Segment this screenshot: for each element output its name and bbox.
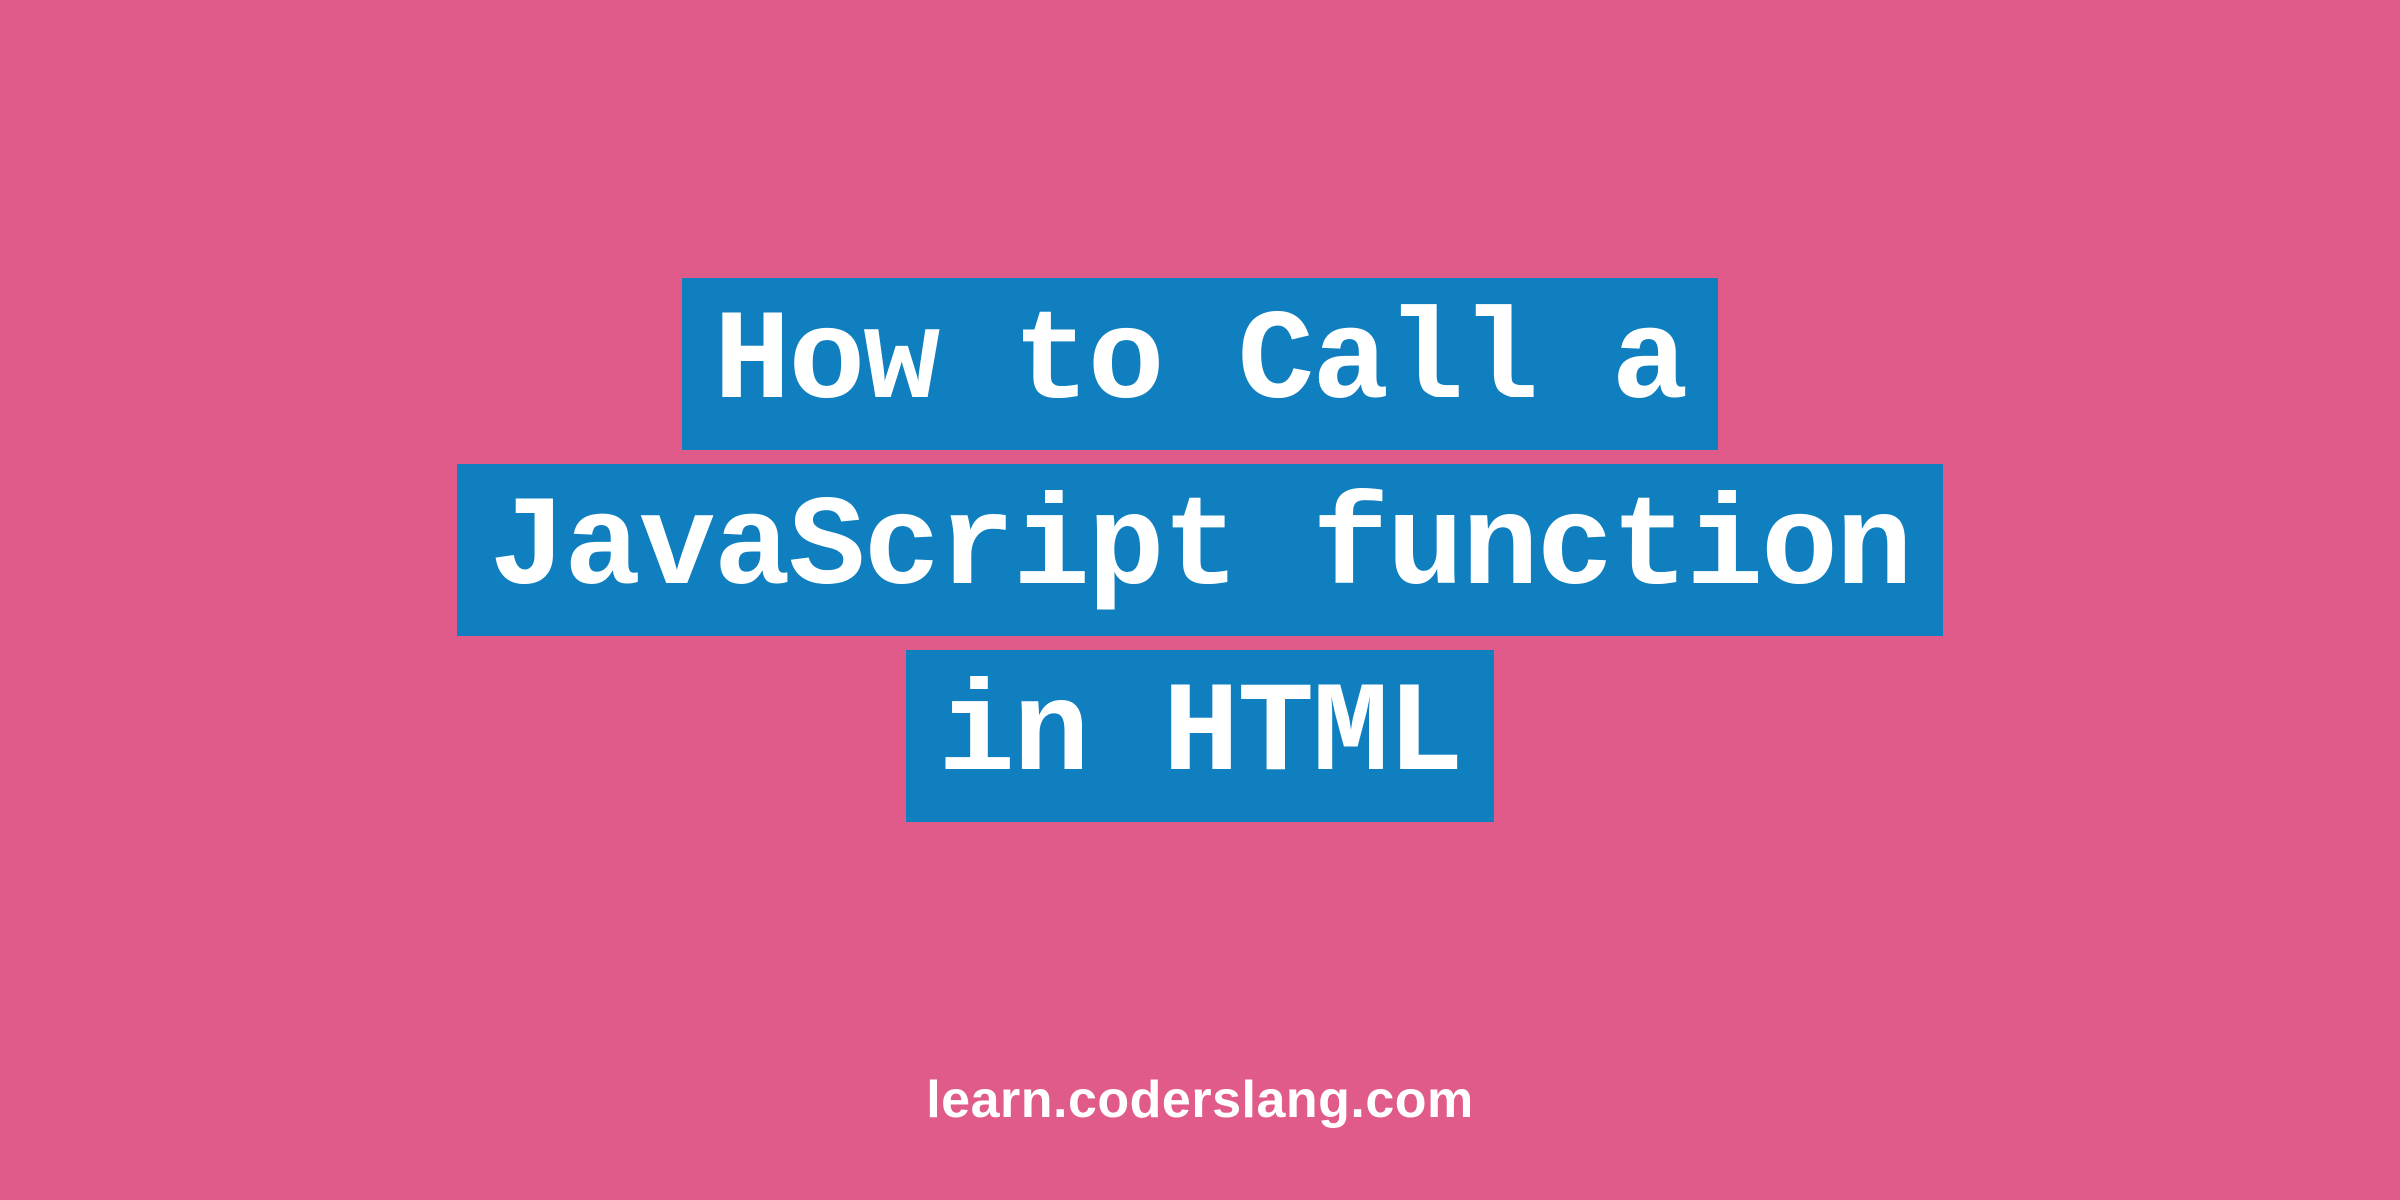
title-line-3: in HTML [906,650,1494,822]
title-container: How to Call a JavaScript function in HTM… [457,278,1942,822]
title-line-2: JavaScript function [457,464,1942,636]
title-line-1: How to Call a [682,278,1719,450]
footer-site: learn.coderslang.com [926,1070,1474,1130]
